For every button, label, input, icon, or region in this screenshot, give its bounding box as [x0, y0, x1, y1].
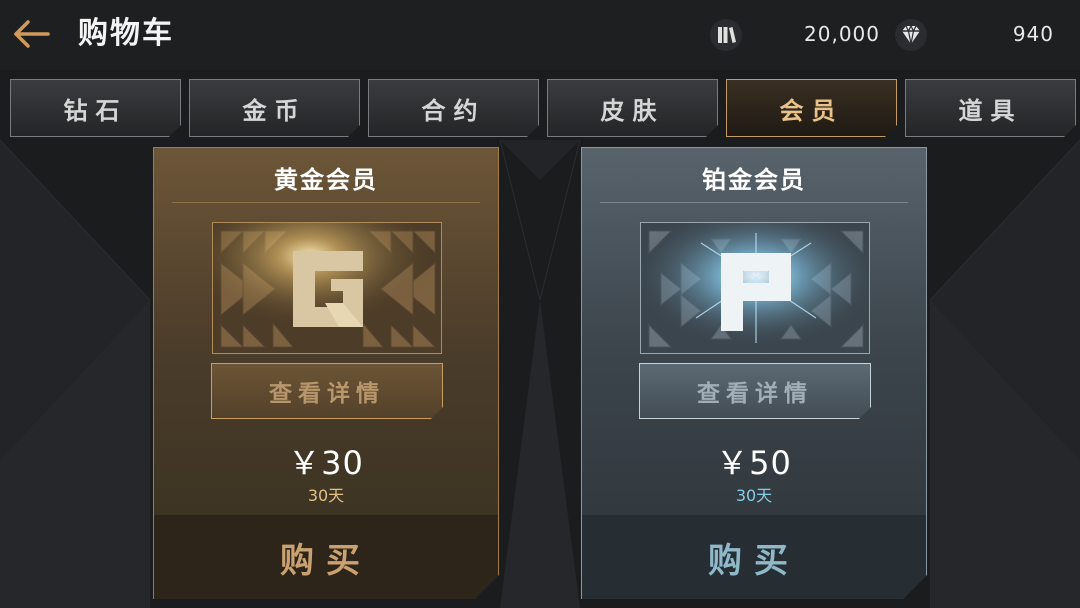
gem-balance: 940: [1012, 22, 1054, 46]
duration: 30天: [735, 486, 773, 505]
buy-button[interactable]: 购买: [582, 515, 926, 600]
gold-membership-card: 黄金会员 查看详情 ￥30 30天 购买: [153, 147, 499, 599]
tab-label: 道具: [958, 96, 1023, 125]
diamond-icon: [888, 17, 934, 53]
buy-button[interactable]: 购买: [154, 515, 498, 600]
tab-skins[interactable]: 皮肤: [547, 79, 718, 137]
page-title: 购物车: [78, 16, 174, 51]
books-icon: [705, 17, 747, 53]
platinum-emblem-image: [640, 222, 870, 354]
tab-label: 金币: [242, 96, 307, 125]
tab-label: 钻石: [63, 96, 128, 125]
platinum-membership-card: 铂金会员 查看详情 ￥50 30天 购买: [581, 147, 927, 599]
price: ￥30: [288, 444, 364, 482]
tab-items[interactable]: 道具: [905, 79, 1076, 137]
tab-label: 会员: [779, 96, 844, 125]
tab-label: 合约: [421, 96, 486, 125]
divider: [172, 202, 480, 203]
arrow-left-icon: [14, 20, 50, 48]
back-button[interactable]: [10, 14, 54, 54]
top-bar: 购物车 20,000 940: [0, 0, 1080, 70]
tab-coins[interactable]: 金币: [189, 79, 360, 137]
coin-balance: 20,000: [804, 22, 880, 46]
gold-emblem-image: [212, 222, 442, 354]
price: ￥50: [716, 444, 792, 482]
duration: 30天: [307, 486, 345, 505]
divider: [600, 202, 908, 203]
tab-contracts[interactable]: 合约: [368, 79, 539, 137]
view-details-button[interactable]: 查看详情: [211, 363, 443, 419]
tab-label: 皮肤: [600, 96, 665, 125]
tab-diamonds[interactable]: 钻石: [10, 79, 181, 137]
card-title: 黄金会员: [274, 166, 378, 194]
view-details-button[interactable]: 查看详情: [639, 363, 871, 419]
tab-membership[interactable]: 会员: [726, 79, 897, 137]
category-tabs: 钻石 金币 合约 皮肤 会员 道具: [10, 79, 1076, 137]
card-title: 铂金会员: [702, 166, 806, 194]
